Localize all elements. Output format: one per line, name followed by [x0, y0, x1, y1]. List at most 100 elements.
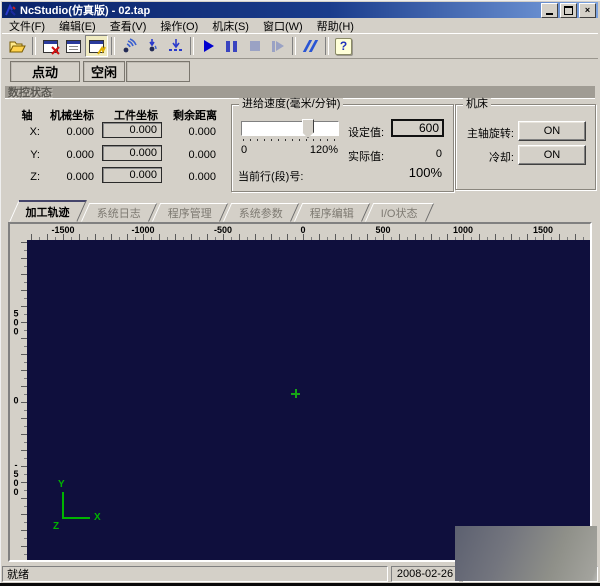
jog-mode-button[interactable]: 点动: [10, 61, 80, 82]
toolbar-separator: [111, 37, 115, 55]
status-date: 2008-02-26: [391, 566, 459, 582]
set-origin-button[interactable]: [164, 35, 187, 57]
toolbar: ?: [2, 33, 598, 59]
vertical-ruler: 500 0 -500: [10, 240, 27, 560]
tab-system-params[interactable]: 系统参数: [223, 203, 299, 222]
menu-file[interactable]: 文件(F): [2, 17, 52, 35]
play-icon: [204, 40, 214, 52]
z-work-coord[interactable]: 0.000: [102, 167, 162, 183]
trace-view-icon: [89, 40, 104, 53]
menu-edit[interactable]: 编辑(E): [52, 17, 103, 35]
cnc-status-panel: 轴 机械坐标 工件坐标 剩余距离 X: 0.000 0.000 0.000 Y:…: [2, 99, 598, 202]
stop-icon: [250, 41, 260, 51]
toolbar-separator: [32, 37, 36, 55]
h-ruler-label: 500: [375, 225, 390, 235]
menu-bar: 文件(F) 编辑(E) 查看(V) 操作(O) 机床(S) 窗口(W) 帮助(H…: [2, 18, 598, 33]
maximize-icon: [564, 6, 573, 15]
y-remain-dist: 0.000: [164, 149, 216, 161]
editor-view-button[interactable]: [62, 35, 85, 57]
spindle-label: 主轴旋转:: [458, 125, 514, 141]
x-axis-label: X: [94, 512, 101, 523]
ncstudio-window: NcStudio(仿真版) - 02.tap × 文件(F) 编辑(E) 查看(…: [0, 0, 600, 586]
z-machine-coord: 0.000: [42, 171, 94, 183]
col-header-remain: 剩余距离: [168, 107, 222, 123]
trace-view-button[interactable]: [85, 35, 108, 57]
start-button[interactable]: [197, 35, 220, 57]
toolbar-separator: [325, 37, 329, 55]
axis-y-label: Y:: [16, 149, 40, 161]
open-file-button[interactable]: [6, 35, 29, 57]
maximize-button[interactable]: [560, 3, 577, 18]
step-icon: [272, 41, 284, 52]
x-remain-dist: 0.000: [164, 126, 216, 138]
menu-window[interactable]: 窗口(W): [256, 17, 310, 35]
help-button[interactable]: ?: [332, 35, 355, 57]
h-ruler-label: -1500: [51, 225, 74, 235]
help-icon: ?: [335, 38, 352, 55]
workpiece-origin-button[interactable]: [141, 35, 164, 57]
set-value-label: 设定值:: [348, 124, 384, 140]
tab-program-edit[interactable]: 程序编辑: [294, 203, 370, 222]
view-tabs: 加工轨迹 系统日志 程序管理 系统参数 程序编辑 I/O状态: [8, 202, 592, 222]
mode-row: 点动 空闲: [2, 59, 598, 84]
slider-ticks: [243, 139, 337, 141]
spindle-on-button[interactable]: ON: [518, 121, 586, 141]
h-ruler-label: 1000: [453, 225, 473, 235]
menu-machine[interactable]: 机床(S): [205, 17, 256, 35]
machine-origin-button[interactable]: [118, 35, 141, 57]
simulate-icon: [306, 40, 315, 52]
col-header-work: 工件坐标: [108, 107, 164, 123]
y-axis-line: [62, 492, 64, 519]
close-file-button[interactable]: [39, 35, 62, 57]
coolant-on-button[interactable]: ON: [518, 145, 586, 165]
menu-operate[interactable]: 操作(O): [153, 17, 205, 35]
set-value-field[interactable]: 600: [391, 119, 444, 137]
overlay-gray-box: [455, 526, 597, 581]
open-folder-icon: [9, 39, 26, 53]
h-ruler-label: 1500: [533, 225, 553, 235]
axis-x-label: X:: [16, 126, 40, 138]
close-file-icon: [43, 40, 58, 53]
toolbar-separator: [292, 37, 296, 55]
trace-view: -1500 -1000 -500 0 500 1000 1500 500 0 -…: [8, 222, 592, 562]
menu-view[interactable]: 查看(V): [103, 17, 154, 35]
h-ruler-label: 0: [300, 225, 305, 235]
trace-canvas[interactable]: Y X Z: [27, 240, 590, 560]
minimize-button[interactable]: [541, 3, 558, 18]
close-icon: ×: [585, 6, 590, 15]
pause-button[interactable]: [220, 35, 243, 57]
editor-view-icon: [66, 40, 81, 53]
close-button[interactable]: ×: [579, 3, 596, 18]
feed-override-slider[interactable]: [241, 121, 339, 136]
current-line-label: 当前行(段)号:: [238, 168, 303, 184]
tab-io-status[interactable]: I/O状态: [365, 203, 434, 222]
actual-value: 0: [420, 148, 442, 160]
h-ruler-label: -1000: [131, 225, 154, 235]
message-field: [126, 61, 190, 82]
stop-button[interactable]: [243, 35, 266, 57]
single-step-button[interactable]: [266, 35, 289, 57]
slider-min-label: 0: [241, 144, 247, 156]
coolant-label: 冷却:: [458, 149, 514, 165]
tab-trace[interactable]: 加工轨迹: [9, 200, 87, 222]
tab-system-log[interactable]: 系统日志: [81, 203, 157, 222]
machine-group-title: 机床: [463, 98, 491, 110]
feed-rate-group: 进给速度(毫米/分钟) 0 120% 设定值: 600 实际值: 0 100% …: [231, 104, 454, 192]
app-icon: [4, 4, 17, 17]
x-axis-line: [62, 517, 90, 519]
y-axis-label: Y: [58, 479, 65, 490]
y-work-coord[interactable]: 0.000: [102, 145, 162, 161]
h-ruler-label: -500: [214, 225, 232, 235]
slider-max-label: 120%: [306, 144, 338, 156]
tab-program-manage[interactable]: 程序管理: [152, 203, 228, 222]
simulate-button[interactable]: [299, 35, 322, 57]
menu-help[interactable]: 帮助(H): [310, 17, 361, 35]
x-work-coord[interactable]: 0.000: [102, 122, 162, 138]
v-ruler-label: 0: [11, 396, 20, 405]
pause-icon: [226, 41, 237, 52]
actual-value-label: 实际值:: [348, 148, 384, 164]
feed-rate-title: 进给速度(毫米/分钟): [239, 98, 343, 110]
y-machine-coord: 0.000: [42, 149, 94, 161]
status-message: 就绪: [2, 566, 388, 582]
horizontal-ruler: -1500 -1000 -500 0 500 1000 1500: [27, 224, 590, 240]
